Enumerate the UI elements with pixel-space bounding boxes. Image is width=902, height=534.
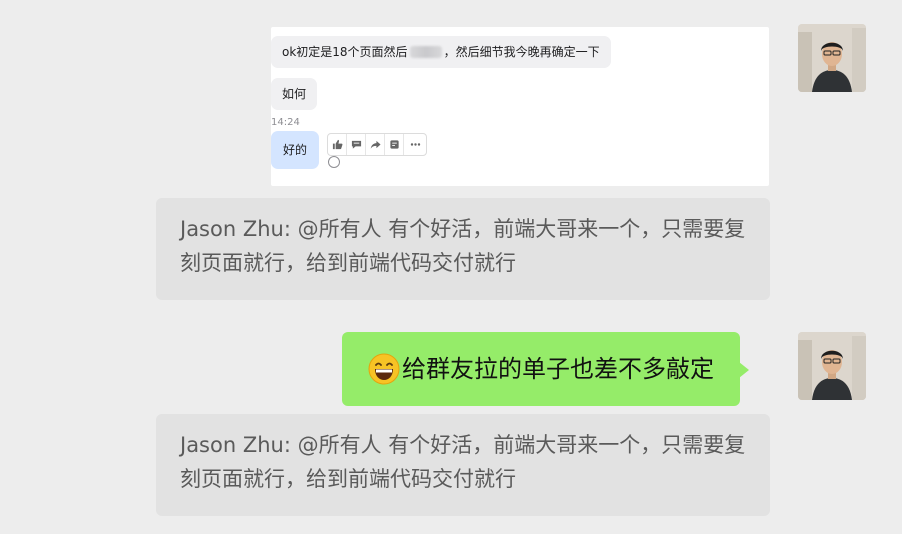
screenshot-message: ok初定是18个页面然后 ，然后细节我今晚再确定一下 [271, 36, 611, 68]
screenshot-message-toolbar [327, 133, 427, 156]
screenshot-text: ok初定是18个页面然后 [282, 45, 408, 59]
comment-icon [347, 134, 366, 155]
group-message[interactable]: Jason Zhu: @所有人 有个好活，前端大哥来一个，只需要复刻页面就行，给… [156, 198, 770, 300]
forward-icon [366, 134, 385, 155]
thumbs-up-icon [328, 134, 347, 155]
screenshot-reply: 好的 [271, 131, 320, 169]
more-icon [404, 134, 426, 155]
avatar[interactable] [798, 24, 866, 92]
screenshot-text: ，然后细节我今晚再确定一下 [443, 45, 600, 59]
screenshot-timestamp: 14:24 [271, 117, 300, 128]
bookmark-icon [385, 134, 404, 155]
person-photo-icon [798, 24, 866, 92]
avatar[interactable] [798, 332, 866, 400]
sent-message-text: 给群友拉的单子也差不多敲定 [402, 355, 714, 383]
chat-window: ok初定是18个页面然后 ，然后细节我今晚再确定一下 如何 14:24 好的 Ja… [0, 0, 902, 534]
person-photo-icon [798, 332, 866, 400]
screenshot-message: 如何 [271, 78, 318, 110]
group-message[interactable]: Jason Zhu: @所有人 有个好活，前端大哥来一个，只需要复刻页面就行，给… [156, 414, 770, 516]
shared-screenshot[interactable]: ok初定是18个页面然后 ，然后细节我今晚再确定一下 如何 14:24 好的 [271, 27, 769, 186]
grinning-face-icon [368, 353, 400, 385]
sent-message-bubble[interactable]: 给群友拉的单子也差不多敲定 [342, 332, 749, 406]
read-status-icon [328, 156, 340, 168]
redacted-blur [409, 46, 442, 58]
